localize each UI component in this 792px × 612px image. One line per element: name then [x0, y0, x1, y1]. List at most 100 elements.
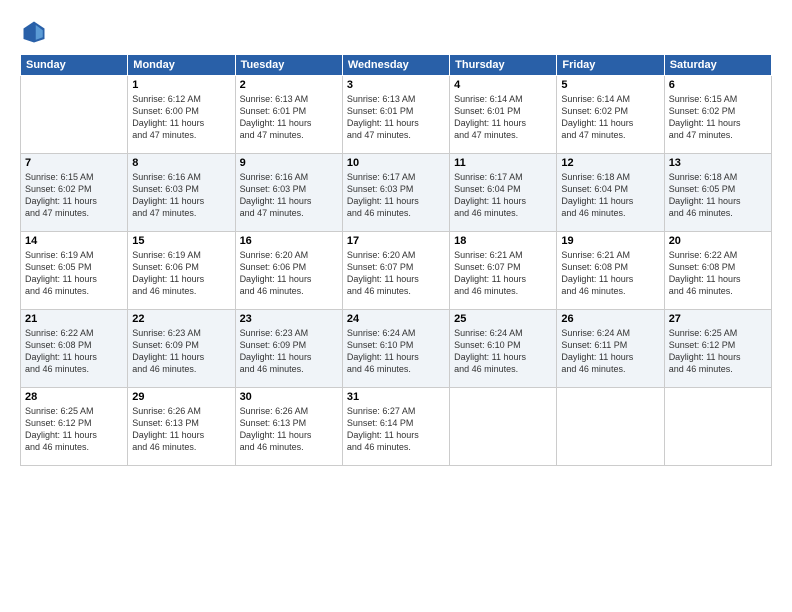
day-info: Sunrise: 6:17 AMSunset: 6:03 PMDaylight:…	[347, 171, 445, 220]
day-number: 30	[240, 391, 338, 403]
day-info: Sunrise: 6:26 AMSunset: 6:13 PMDaylight:…	[132, 405, 230, 454]
day-number: 22	[132, 313, 230, 325]
calendar-cell: 30 Sunrise: 6:26 AMSunset: 6:13 PMDayligh…	[235, 388, 342, 466]
day-info: Sunrise: 6:21 AMSunset: 6:07 PMDaylight:…	[454, 249, 552, 298]
day-info: Sunrise: 6:22 AMSunset: 6:08 PMDaylight:…	[25, 327, 123, 376]
calendar-cell	[21, 76, 128, 154]
day-number: 19	[561, 235, 659, 247]
calendar-cell: 20Sunrise: 6:22 AMSunset: 6:08 PMDayligh…	[664, 232, 771, 310]
calendar-day-header: Thursday	[450, 55, 557, 76]
day-info: Sunrise: 6:24 AMSunset: 6:10 PMDaylight:…	[454, 327, 552, 376]
day-number: 20	[669, 235, 767, 247]
day-number: 26	[561, 313, 659, 325]
day-number: 25	[454, 313, 552, 325]
day-number: 11	[454, 157, 552, 169]
day-number: 4	[454, 79, 552, 91]
calendar-day-header: Sunday	[21, 55, 128, 76]
day-number: 5	[561, 79, 659, 91]
day-number: 15	[132, 235, 230, 247]
calendar-cell: 23 Sunrise: 6:23 AMSunset: 6:09 PMDayligh…	[235, 310, 342, 388]
day-number: 6	[669, 79, 767, 91]
day-number: 3	[347, 79, 445, 91]
calendar-day-header: Monday	[128, 55, 235, 76]
day-number: 24	[347, 313, 445, 325]
day-info: Sunrise: 6:19 AMSunset: 6:06 PMDaylight:…	[132, 249, 230, 298]
calendar-day-header: Friday	[557, 55, 664, 76]
calendar-cell: 28 Sunrise: 6:25 AMSunset: 6:12 PMDayligh…	[21, 388, 128, 466]
calendar-cell: 31 Sunrise: 6:27 AMSunset: 6:14 PMDayligh…	[342, 388, 449, 466]
calendar-cell: 5Sunrise: 6:14 AMSunset: 6:02 PMDaylight…	[557, 76, 664, 154]
calendar-cell: 14 Sunrise: 6:19 AMSunset: 6:05 PMDayligh…	[21, 232, 128, 310]
day-info: Sunrise: 6:25 AMSunset: 6:12 PMDaylight:…	[669, 327, 767, 376]
calendar-cell: 26 Sunrise: 6:24 AMSunset: 6:11 PMDayligh…	[557, 310, 664, 388]
day-number: 18	[454, 235, 552, 247]
day-number: 29	[132, 391, 230, 403]
calendar-cell: 9Sunrise: 6:16 AMSunset: 6:03 PMDaylight…	[235, 154, 342, 232]
day-info: Sunrise: 6:14 AMSunset: 6:01 PMDaylight:…	[454, 93, 552, 142]
day-number: 31	[347, 391, 445, 403]
day-number: 28	[25, 391, 123, 403]
day-info: Sunrise: 6:15 AMSunset: 6:02 PMDaylight:…	[669, 93, 767, 142]
calendar-cell: 7 Sunrise: 6:15 AMSunset: 6:02 PMDaylight…	[21, 154, 128, 232]
calendar-cell: 22 Sunrise: 6:23 AMSunset: 6:09 PMDayligh…	[128, 310, 235, 388]
calendar-week-row: 28 Sunrise: 6:25 AMSunset: 6:12 PMDayligh…	[21, 388, 772, 466]
day-number: 7	[25, 157, 123, 169]
day-number: 1	[132, 79, 230, 91]
calendar-day-header: Wednesday	[342, 55, 449, 76]
calendar-cell: 1Sunrise: 6:12 AMSunset: 6:00 PMDaylight…	[128, 76, 235, 154]
day-number: 12	[561, 157, 659, 169]
day-info: Sunrise: 6:24 AMSunset: 6:11 PMDaylight:…	[561, 327, 659, 376]
calendar-cell	[557, 388, 664, 466]
calendar-cell: 29 Sunrise: 6:26 AMSunset: 6:13 PMDayligh…	[128, 388, 235, 466]
calendar-cell: 10 Sunrise: 6:17 AMSunset: 6:03 PMDayligh…	[342, 154, 449, 232]
calendar-cell: 6 Sunrise: 6:15 AMSunset: 6:02 PMDaylight…	[664, 76, 771, 154]
calendar-cell: 17 Sunrise: 6:20 AMSunset: 6:07 PMDayligh…	[342, 232, 449, 310]
calendar-cell	[450, 388, 557, 466]
calendar-week-row: 7 Sunrise: 6:15 AMSunset: 6:02 PMDaylight…	[21, 154, 772, 232]
calendar-week-row: 21 Sunrise: 6:22 AMSunset: 6:08 PMDayligh…	[21, 310, 772, 388]
calendar-cell: 13Sunrise: 6:18 AMSunset: 6:05 PMDayligh…	[664, 154, 771, 232]
day-number: 14	[25, 235, 123, 247]
calendar-day-header: Tuesday	[235, 55, 342, 76]
day-info: Sunrise: 6:25 AMSunset: 6:12 PMDaylight:…	[25, 405, 123, 454]
calendar-cell: 8Sunrise: 6:16 AMSunset: 6:03 PMDaylight…	[128, 154, 235, 232]
calendar-cell: 18 Sunrise: 6:21 AMSunset: 6:07 PMDayligh…	[450, 232, 557, 310]
day-number: 17	[347, 235, 445, 247]
day-number: 9	[240, 157, 338, 169]
day-number: 2	[240, 79, 338, 91]
day-number: 13	[669, 157, 767, 169]
day-info: Sunrise: 6:23 AMSunset: 6:09 PMDaylight:…	[132, 327, 230, 376]
day-info: Sunrise: 6:23 AMSunset: 6:09 PMDaylight:…	[240, 327, 338, 376]
day-number: 27	[669, 313, 767, 325]
day-info: Sunrise: 6:13 AMSunset: 6:01 PMDaylight:…	[347, 93, 445, 142]
calendar-day-header: Saturday	[664, 55, 771, 76]
calendar-table: SundayMondayTuesdayWednesdayThursdayFrid…	[20, 54, 772, 466]
day-info: Sunrise: 6:18 AMSunset: 6:04 PMDaylight:…	[561, 171, 659, 220]
day-number: 21	[25, 313, 123, 325]
calendar-header-row: SundayMondayTuesdayWednesdayThursdayFrid…	[21, 55, 772, 76]
logo	[20, 18, 52, 46]
calendar-cell	[664, 388, 771, 466]
day-info: Sunrise: 6:26 AMSunset: 6:13 PMDaylight:…	[240, 405, 338, 454]
calendar-cell: 11Sunrise: 6:17 AMSunset: 6:04 PMDayligh…	[450, 154, 557, 232]
day-number: 10	[347, 157, 445, 169]
calendar-cell: 2 Sunrise: 6:13 AMSunset: 6:01 PMDaylight…	[235, 76, 342, 154]
calendar-cell: 24 Sunrise: 6:24 AMSunset: 6:10 PMDayligh…	[342, 310, 449, 388]
logo-icon	[20, 18, 48, 46]
day-number: 23	[240, 313, 338, 325]
day-info: Sunrise: 6:27 AMSunset: 6:14 PMDaylight:…	[347, 405, 445, 454]
day-info: Sunrise: 6:13 AMSunset: 6:01 PMDaylight:…	[240, 93, 338, 142]
calendar-week-row: 1Sunrise: 6:12 AMSunset: 6:00 PMDaylight…	[21, 76, 772, 154]
day-info: Sunrise: 6:20 AMSunset: 6:06 PMDaylight:…	[240, 249, 338, 298]
calendar-cell: 21 Sunrise: 6:22 AMSunset: 6:08 PMDayligh…	[21, 310, 128, 388]
calendar-cell: 19 Sunrise: 6:21 AMSunset: 6:08 PMDayligh…	[557, 232, 664, 310]
day-info: Sunrise: 6:20 AMSunset: 6:07 PMDaylight:…	[347, 249, 445, 298]
day-info: Sunrise: 6:24 AMSunset: 6:10 PMDaylight:…	[347, 327, 445, 376]
day-info: Sunrise: 6:21 AMSunset: 6:08 PMDaylight:…	[561, 249, 659, 298]
day-info: Sunrise: 6:19 AMSunset: 6:05 PMDaylight:…	[25, 249, 123, 298]
calendar-cell: 15 Sunrise: 6:19 AMSunset: 6:06 PMDayligh…	[128, 232, 235, 310]
calendar-cell: 12 Sunrise: 6:18 AMSunset: 6:04 PMDayligh…	[557, 154, 664, 232]
calendar-cell: 16Sunrise: 6:20 AMSunset: 6:06 PMDayligh…	[235, 232, 342, 310]
day-info: Sunrise: 6:15 AMSunset: 6:02 PMDaylight:…	[25, 171, 123, 220]
day-info: Sunrise: 6:16 AMSunset: 6:03 PMDaylight:…	[132, 171, 230, 220]
